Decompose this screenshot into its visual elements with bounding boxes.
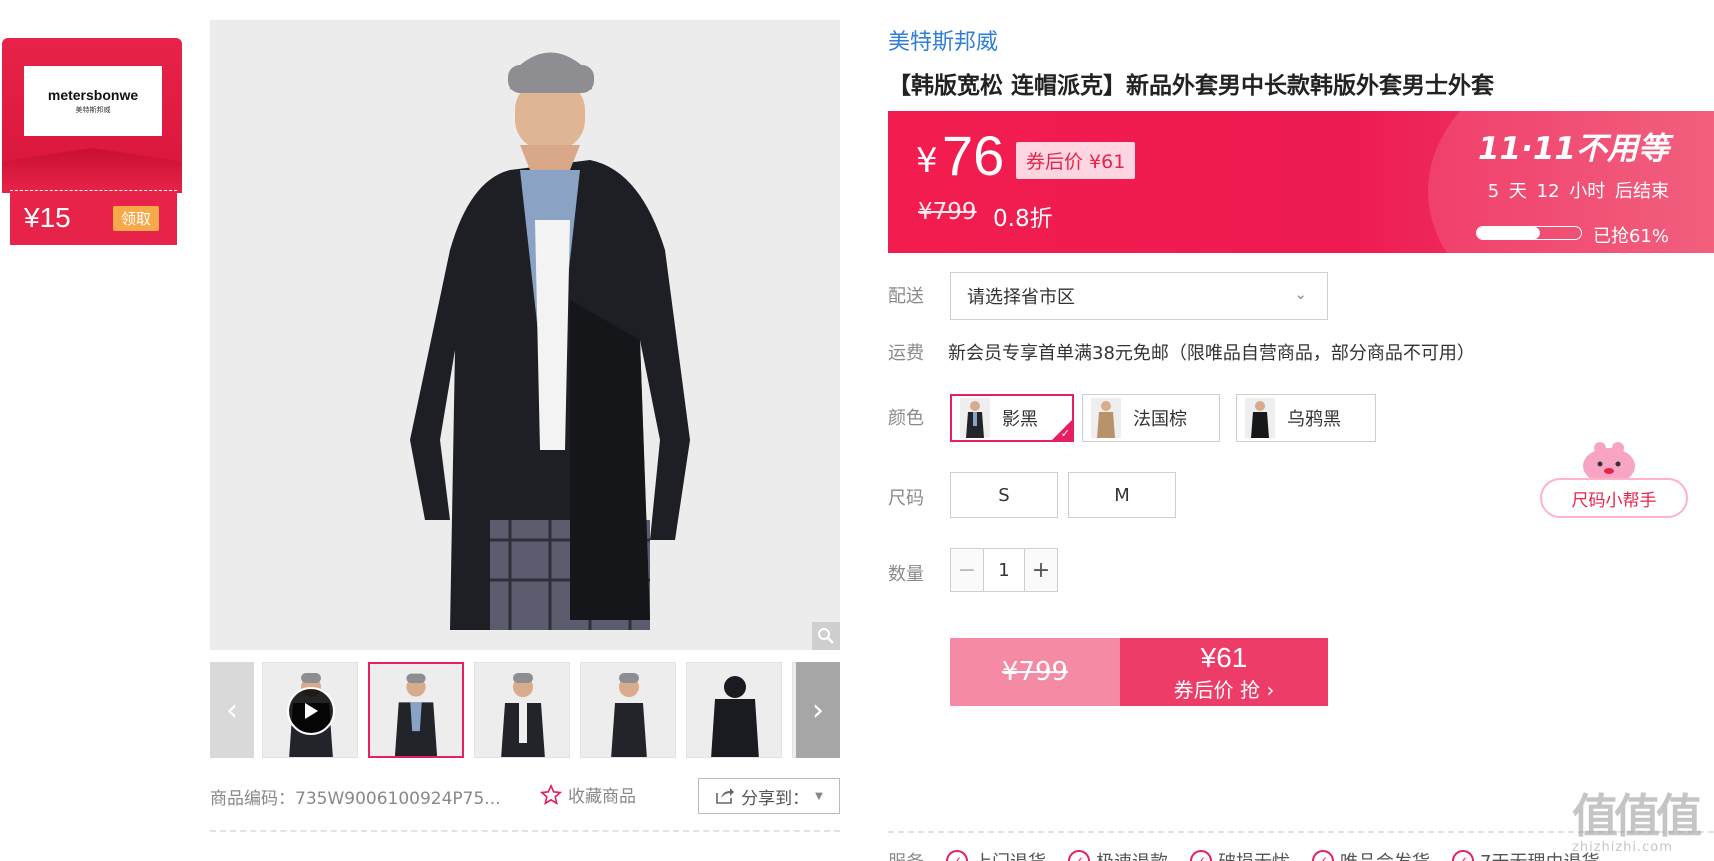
- store-logo: metersbonwe 美特斯邦威: [24, 66, 162, 136]
- service-item: ✓ 极速退款: [1068, 848, 1168, 861]
- color-option-label: 乌鸦黑: [1287, 409, 1341, 430]
- promo-countdown: 5 天 12 小时 后结束: [1487, 181, 1669, 202]
- region-select-value: 请选择省市区: [967, 287, 1075, 308]
- claim-coupon-button[interactable]: 领取: [112, 206, 159, 231]
- shipping-label: 运费: [888, 343, 924, 364]
- size-helper[interactable]: 尺码小帮手: [1540, 440, 1688, 518]
- play-video-icon: [287, 687, 335, 735]
- service-item: ✓ 破损无忧: [1190, 848, 1290, 861]
- size-label: 尺码: [888, 488, 924, 509]
- original-price: ¥799: [918, 199, 977, 225]
- share-dropdown[interactable]: 分享到： ▼: [698, 778, 840, 814]
- quantity-value[interactable]: 1: [983, 549, 1025, 591]
- chevron-down-icon: ⌄: [1294, 285, 1307, 303]
- main-product-image[interactable]: [210, 20, 840, 650]
- after-coupon-price-badge: 券后价 ¥61: [1016, 142, 1136, 179]
- store-coupon-card[interactable]: metersbonwe 美特斯邦威 ¥15 领取: [2, 38, 182, 246]
- thumbnail-image: [501, 673, 545, 757]
- product-title: 【韩版宽松 连帽派克】新品外套男中长款韩版外套男士外套: [888, 73, 1495, 99]
- color-thumbnail: [1091, 398, 1121, 438]
- color-thumbnail: [1245, 398, 1275, 438]
- thumbnail-carousel: ‹ ›: [210, 662, 840, 758]
- color-label: 颜色: [888, 408, 924, 429]
- magnifier-icon: [818, 628, 834, 644]
- star-icon: [540, 783, 562, 805]
- discount-rate: 0.8折: [993, 206, 1053, 232]
- watermark-glyphs: 值值值: [1572, 789, 1702, 843]
- site-watermark: 值值值 zhizhizhi.com: [1572, 780, 1712, 860]
- thumbnail-side[interactable]: [580, 662, 676, 758]
- quantity-label: 数量: [888, 564, 924, 585]
- current-price: 76: [942, 124, 1005, 187]
- color-option-crow-black[interactable]: 乌鸦黑: [1236, 394, 1376, 442]
- sold-progress-fill: [1477, 227, 1541, 239]
- color-option-label: 影黑: [1002, 409, 1038, 430]
- thumbnail-image: [711, 676, 759, 757]
- price-currency: ¥: [916, 141, 938, 181]
- service-item-label: 上门退货: [974, 848, 1046, 861]
- price-banner: ¥ 76 券后价 ¥61 ¥799 0.8折 11·11不用等 5 天 12 小…: [888, 111, 1714, 253]
- brand-link[interactable]: 美特斯邦威: [888, 24, 998, 56]
- model-in-parka-image: [210, 20, 840, 650]
- check-circle-icon: ✓: [1068, 850, 1090, 861]
- size-option-m[interactable]: M: [1068, 472, 1176, 518]
- service-guarantees: 服务 ✓上门退货 ✓极速退款 ✓破损无忧 ✓唯品会发货 ✓7天无理由退货: [888, 848, 1599, 861]
- share-icon: [716, 788, 735, 804]
- color-option-label: 法国棕: [1133, 409, 1187, 430]
- thumbnail-image: [394, 673, 438, 756]
- service-item-label: 破损无忧: [1218, 848, 1290, 861]
- size-helper-button[interactable]: 尺码小帮手: [1540, 478, 1688, 518]
- check-circle-icon: ✓: [1452, 850, 1474, 861]
- increase-quantity-button[interactable]: +: [1025, 549, 1057, 591]
- color-thumbnail: [960, 398, 990, 438]
- thumbnail-prev-button[interactable]: ‹: [210, 662, 254, 758]
- store-logo-text: metersbonwe: [47, 87, 139, 103]
- buy-button[interactable]: ¥799 ¥61 券后价 抢 ›: [950, 638, 1328, 706]
- chevron-left-icon: ‹: [226, 692, 238, 728]
- coupon-amount: ¥15: [24, 202, 71, 233]
- service-item-label: 极速退款: [1096, 848, 1168, 861]
- sold-progress-text: 已抢61%: [1592, 226, 1669, 247]
- product-page: metersbonwe 美特斯邦威 ¥15 领取 ‹ › 商品编码：735W90…: [0, 0, 1714, 861]
- zoom-button[interactable]: [812, 622, 840, 650]
- thumbnail-front-open[interactable]: [474, 662, 570, 758]
- check-circle-icon: ✓: [1190, 850, 1212, 861]
- buy-original-price: ¥799: [950, 638, 1120, 706]
- buy-action: ¥61 券后价 抢 ›: [1120, 638, 1328, 706]
- share-label: 分享到：: [741, 788, 810, 809]
- favorite-button[interactable]: 收藏商品: [540, 782, 636, 807]
- decrease-quantity-button[interactable]: −: [951, 549, 983, 591]
- thumbnail-back[interactable]: [686, 662, 782, 758]
- delivery-label: 配送: [888, 286, 924, 307]
- thumbnail-front[interactable]: [368, 662, 464, 758]
- color-option-shadow-black[interactable]: 影黑 ✓: [950, 394, 1074, 442]
- favorite-label: 收藏商品: [568, 787, 636, 807]
- divider: [210, 830, 840, 832]
- coupon-body: ¥15 领取: [10, 190, 177, 245]
- store-logo-subtext: 美特斯邦威: [75, 106, 111, 114]
- region-select[interactable]: 请选择省市区 ⌄: [950, 272, 1328, 320]
- service-item: ✓ 唯品会发货: [1312, 848, 1430, 861]
- chevron-right-icon: ›: [812, 692, 824, 728]
- service-item-label: 唯品会发货: [1340, 848, 1430, 861]
- sku-code: 商品编码：735W9006100924P75...: [210, 788, 501, 809]
- promo-event-title: 11·11不用等: [1477, 131, 1669, 167]
- service-label: 服务: [888, 848, 924, 861]
- check-circle-icon: ✓: [1312, 850, 1334, 861]
- quantity-stepper: − 1 +: [950, 548, 1058, 592]
- thumbnail-image: [611, 673, 647, 757]
- thumbnail-video[interactable]: [262, 662, 358, 758]
- buy-price: ¥61: [1200, 641, 1248, 673]
- buy-sub-label: 券后价 抢 ›: [1173, 677, 1275, 702]
- caret-down-icon: ▼: [815, 790, 823, 802]
- product-meta-row: 商品编码：735W9006100924P75... 收藏商品 分享到： ▼: [210, 778, 840, 814]
- service-item: ✓ 上门退货: [946, 848, 1046, 861]
- check-icon: ✓: [1060, 427, 1070, 440]
- shipping-info: 新会员专享首单满38元免邮（限唯品自营商品，部分商品不可用）: [948, 343, 1475, 364]
- check-circle-icon: ✓: [946, 850, 968, 861]
- thumbnail-next-button[interactable]: ›: [796, 662, 840, 758]
- size-option-s[interactable]: S: [950, 472, 1058, 518]
- sold-progress-bar: [1476, 226, 1582, 240]
- color-option-french-brown[interactable]: 法国棕: [1082, 394, 1220, 442]
